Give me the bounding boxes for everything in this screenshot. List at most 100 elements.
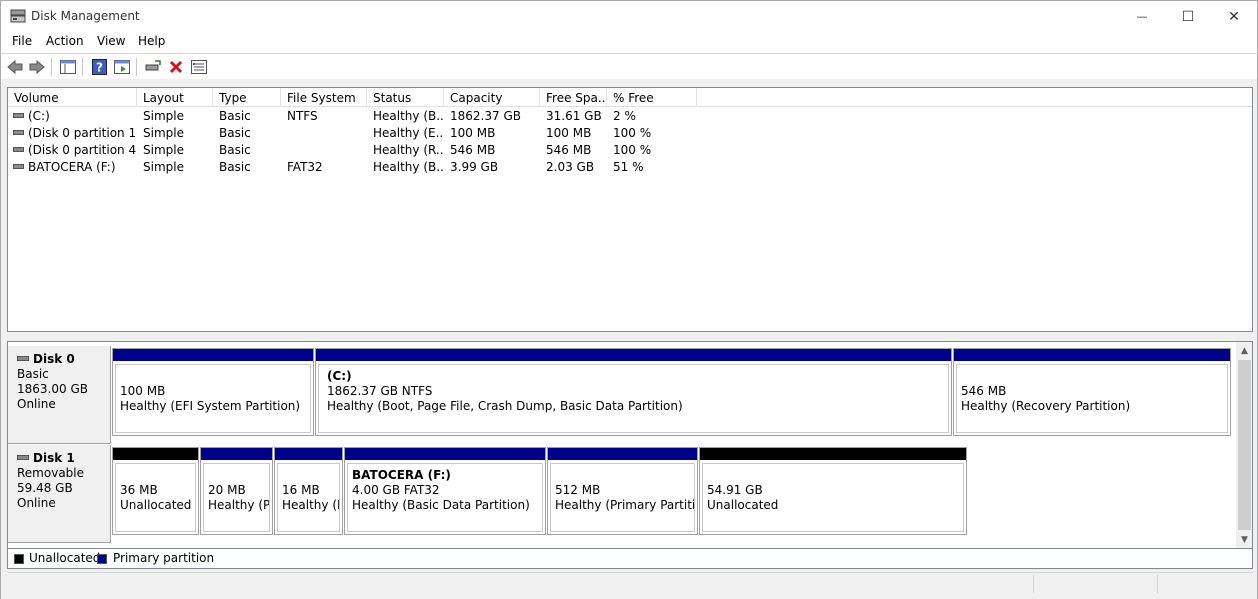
close-button[interactable]: ✕ — [1211, 1, 1257, 32]
volume-list[interactable]: Volume Layout Type File System Status Ca… — [7, 87, 1253, 332]
partition-size: 100 MB — [120, 384, 166, 398]
partition-unallocated-1[interactable]: 36 MB Unallocated — [112, 447, 199, 535]
volume-name: (Disk 0 partition 1) — [28, 126, 137, 140]
file-system-cell: NTFS — [287, 109, 318, 123]
volume-name: (C:) — [28, 109, 50, 123]
legend-label-primary: Primary partition — [113, 551, 215, 565]
layout-cell: Simple — [143, 126, 184, 140]
menu-view[interactable]: View — [97, 34, 125, 48]
legend-swatch-unallocated — [14, 554, 24, 564]
capacity-cell: 1862.37 GB — [450, 109, 521, 123]
disk-name: Disk 0 — [33, 352, 75, 366]
column-header-layout[interactable]: Layout — [137, 88, 213, 107]
back-button[interactable] — [6, 58, 24, 76]
column-header-percent-free[interactable]: % Free — [607, 88, 697, 107]
disk-size: 1863.00 GB — [17, 382, 88, 396]
disk-name: Disk 1 — [33, 451, 75, 465]
disk-state: Online — [17, 397, 56, 411]
disk-size: 59.48 GB — [17, 481, 73, 495]
partition-efi[interactable]: 100 MB Healthy (EFI System Partition) — [112, 348, 314, 436]
window-title: Disk Management — [31, 9, 140, 23]
percent-free-cell: 51 % — [613, 160, 644, 174]
layout-cell: Simple — [143, 160, 184, 174]
partition-20mb[interactable]: 20 MB Healthy (Pr — [200, 447, 273, 535]
table-row[interactable]: BATOCERA (F:) Simple Basic FAT32 Healthy… — [8, 159, 708, 176]
drive-icon — [13, 130, 24, 135]
table-row[interactable]: (Disk 0 partition 1) Simple Basic Health… — [8, 125, 708, 142]
vertical-scrollbar[interactable]: ▲ ▼ — [1236, 342, 1252, 548]
layout-cell: Simple — [143, 143, 184, 157]
partition-recovery[interactable]: 546 MB Healthy (Recovery Partition) — [953, 348, 1231, 436]
partition-size: 512 MB — [555, 483, 601, 497]
column-header-status[interactable]: Status — [367, 88, 444, 107]
partition-status: Unallocated — [120, 498, 192, 512]
main-frame: Volume Layout Type File System Status Ca… — [0, 79, 1258, 599]
percent-free-cell: 2 % — [613, 109, 636, 123]
table-row[interactable]: (C:) Simple Basic NTFS Healthy (B... 186… — [8, 108, 708, 125]
delete-button[interactable] — [167, 58, 185, 76]
disk-state: Online — [17, 496, 56, 510]
menu-action[interactable]: Action — [46, 34, 84, 48]
layout-cell: Simple — [143, 109, 184, 123]
menu-help[interactable]: Help — [138, 34, 165, 48]
disk-icon — [17, 455, 29, 460]
settings-button[interactable] — [190, 58, 208, 76]
help-button[interactable]: ? — [90, 58, 108, 76]
type-cell: Basic — [219, 109, 251, 123]
maximize-button[interactable]: ☐ — [1165, 1, 1211, 32]
column-header-type[interactable]: Type — [213, 88, 281, 107]
settings-icon — [191, 60, 207, 74]
drive-icon — [13, 113, 24, 118]
drive-icon — [13, 147, 24, 152]
minimize-button[interactable]: — — [1119, 1, 1165, 32]
drive-icon — [13, 164, 24, 169]
scroll-up-button[interactable]: ▲ — [1236, 342, 1252, 359]
disk-type: Basic — [17, 367, 49, 381]
partition-size: 546 MB — [961, 384, 1007, 398]
pane-splitter[interactable] — [7, 332, 1253, 338]
disk-1-label[interactable]: Disk 1 Removable 59.48 GB Online — [8, 445, 111, 543]
partition-status: Healthy (Basic Data Partition) — [352, 498, 530, 512]
percent-free-cell: 100 % — [613, 143, 652, 157]
status-cell: Healthy (B... — [373, 109, 443, 123]
partition-size: 36 MB — [120, 483, 158, 497]
disk-view[interactable]: Disk 0 Basic 1863.00 GB Online 100 MB He… — [7, 341, 1253, 549]
scroll-thumb[interactable] — [1238, 360, 1251, 530]
column-header-file-system[interactable]: File System — [281, 88, 367, 107]
toolbar: ? — [0, 53, 1258, 79]
partition-status: Healthy (Recovery Partition) — [961, 399, 1131, 413]
properties-button[interactable] — [113, 58, 131, 76]
partition-unallocated-2[interactable]: 54.91 GB Unallocated — [699, 447, 967, 535]
legend-label-unallocated: Unallocated — [29, 551, 101, 565]
maximize-icon: ☐ — [1181, 8, 1195, 25]
column-header-free-space[interactable]: Free Spa... — [540, 88, 607, 107]
column-header-capacity[interactable]: Capacity — [444, 88, 540, 107]
back-icon — [7, 60, 23, 74]
column-header-volume[interactable]: Volume — [8, 88, 137, 107]
forward-button[interactable] — [28, 58, 46, 76]
free-space-cell: 546 MB — [546, 143, 592, 157]
menu-bar: File Action View Help — [0, 31, 1258, 53]
close-icon: ✕ — [1228, 8, 1240, 25]
scroll-down-button[interactable]: ▼ — [1236, 531, 1252, 548]
disk-0-label[interactable]: Disk 0 Basic 1863.00 GB Online — [8, 346, 111, 444]
show-hide-console-tree-button[interactable] — [59, 58, 77, 76]
connect-virtual-disk-icon — [145, 60, 161, 71]
volume-name: BATOCERA (F:) — [28, 160, 116, 174]
volume-name: (Disk 0 partition 4) — [28, 143, 137, 157]
status-cell: Healthy (B... — [373, 160, 443, 174]
help-icon: ? — [91, 59, 107, 75]
partition-batocera[interactable]: BATOCERA (F:) 4.00 GB FAT32 Healthy (Bas… — [344, 447, 546, 535]
free-space-cell: 100 MB — [546, 126, 592, 140]
partition-status: Healthy (P — [282, 498, 340, 512]
connect-virtual-disk-button[interactable] — [144, 58, 162, 76]
chevron-down-icon: ▼ — [1241, 534, 1248, 545]
partition-c[interactable]: (C:) 1862.37 GB NTFS Healthy (Boot, Page… — [315, 348, 952, 436]
menu-file[interactable]: File — [12, 34, 32, 48]
capacity-cell: 100 MB — [450, 126, 496, 140]
partition-16mb[interactable]: 16 MB Healthy (P — [274, 447, 343, 535]
partition-512mb[interactable]: 512 MB Healthy (Primary Partition — [547, 447, 698, 535]
show-hide-console-tree-icon — [60, 60, 76, 74]
table-row[interactable]: (Disk 0 partition 4) Simple Basic Health… — [8, 142, 708, 159]
partition-status: Healthy (Pr — [208, 498, 270, 512]
